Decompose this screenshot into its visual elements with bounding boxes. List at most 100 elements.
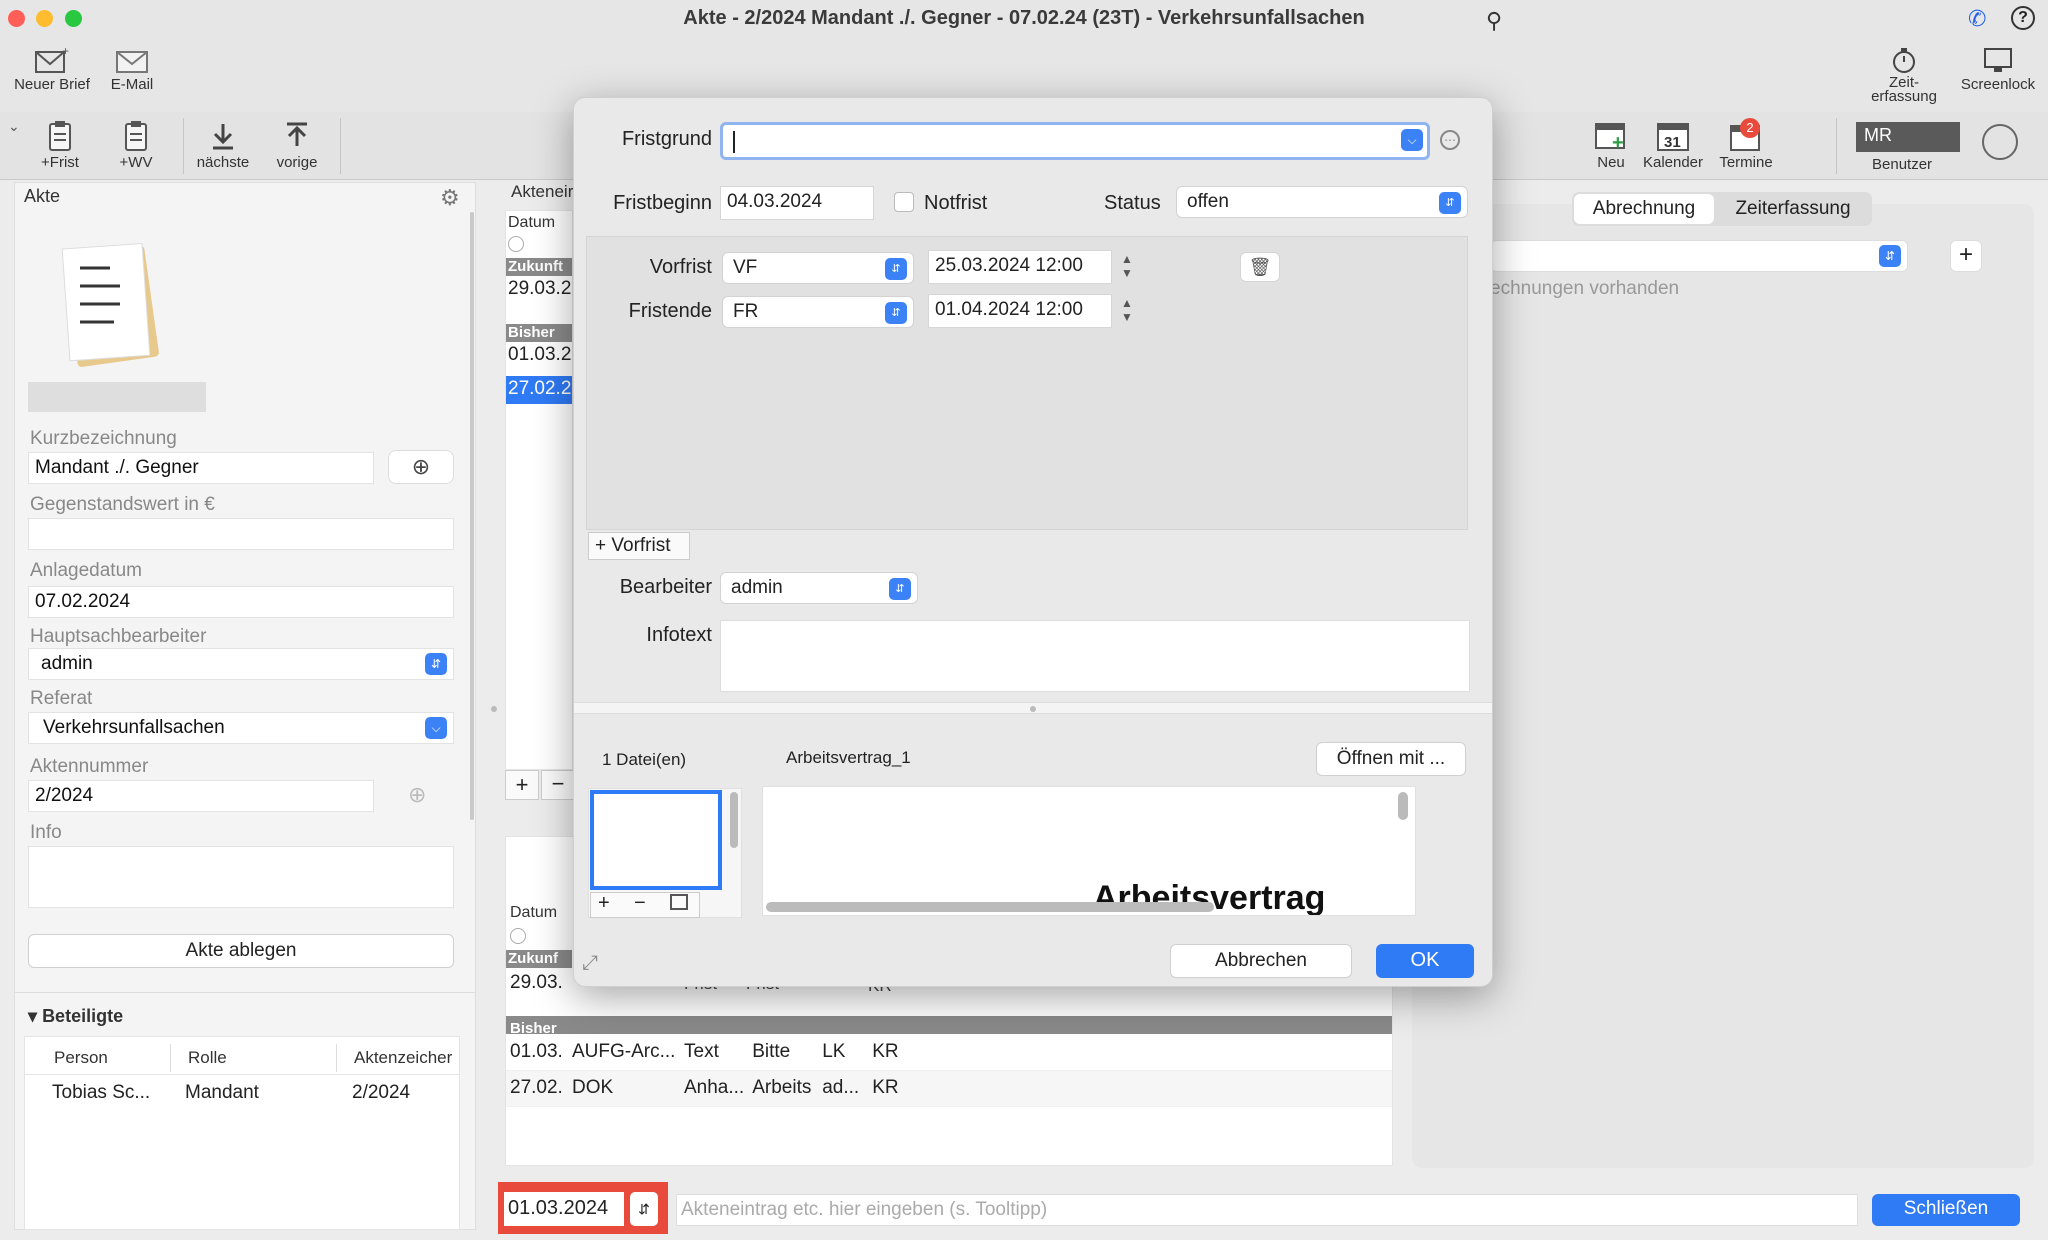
help-icon[interactable]: ? bbox=[2011, 6, 2035, 30]
remove-file-button[interactable]: − bbox=[634, 892, 646, 915]
close-button[interactable]: Schließen bbox=[1872, 1194, 2020, 1226]
file-preview[interactable]: Arbeitsvertrag bbox=[762, 786, 1416, 916]
email-button[interactable]: E-Mail bbox=[100, 46, 164, 93]
radio-icon[interactable] bbox=[510, 928, 526, 944]
table-row[interactable]: 01.03. AUFG-Arc... Text Bitte LK KR bbox=[506, 1034, 1392, 1070]
table-cell-kind[interactable]: Anha... bbox=[680, 1070, 748, 1106]
aktennummer-add-icon[interactable]: ⊕ bbox=[408, 782, 426, 808]
user-initials-field[interactable]: MR bbox=[1856, 122, 1960, 152]
expand-chevron-icon[interactable]: ⌄ bbox=[8, 118, 20, 135]
more-options-icon[interactable]: ⋯ bbox=[1440, 130, 1460, 150]
horizontal-scrollbar[interactable] bbox=[766, 902, 1214, 912]
table-cell-person[interactable]: Tobias Sc... bbox=[52, 1082, 150, 1104]
datum-column-header-2[interactable]: Datum bbox=[510, 904, 557, 922]
kurzbezeichnung-add-button[interactable]: ⊕ bbox=[388, 450, 454, 484]
hauptsachbearbeiter-select[interactable]: admin ⇵ bbox=[28, 648, 454, 680]
radio-icon[interactable] bbox=[508, 236, 524, 252]
add-entry-button[interactable]: + bbox=[505, 770, 539, 800]
trash-icon[interactable]: 🗑 bbox=[1240, 252, 1280, 282]
infotext-field[interactable] bbox=[720, 620, 1470, 692]
fristende-date-stepper[interactable]: ▲ ▼ bbox=[1118, 296, 1136, 326]
column-aktenzeichen[interactable]: Aktenzeicher bbox=[354, 1048, 452, 1068]
phone-icon[interactable]: ✆ bbox=[1968, 6, 1986, 32]
screenlock-button[interactable]: Screenlock bbox=[1952, 46, 2044, 93]
column-person[interactable]: Person bbox=[54, 1048, 108, 1068]
table-cell-date[interactable]: 01.03. bbox=[506, 1034, 568, 1070]
column-rolle[interactable]: Rolle bbox=[188, 1048, 227, 1068]
fristende-date-field[interactable]: 01.04.2024 12:00 bbox=[928, 294, 1112, 328]
fristgrund-field[interactable]: ⌵ bbox=[720, 122, 1430, 160]
add-vorfrist-button[interactable]: + Vorfrist bbox=[588, 532, 690, 560]
expand-icon[interactable]: ⤢ bbox=[582, 952, 598, 975]
split-handle[interactable] bbox=[1030, 706, 1036, 712]
fristende-type-select[interactable]: FR ⇵ bbox=[722, 296, 914, 328]
previous-button[interactable]: vorige bbox=[262, 120, 332, 171]
table-cell-date[interactable]: 29.03. bbox=[510, 972, 563, 994]
akte-ablegen-button[interactable]: Akte ablegen bbox=[28, 934, 454, 968]
vorfrist-date-stepper[interactable]: ▲ ▼ bbox=[1118, 252, 1136, 282]
neu-button[interactable]: + Neu bbox=[1586, 120, 1636, 171]
beteiligte-section-toggle[interactable]: ▾ Beteiligte bbox=[28, 1006, 123, 1027]
next-button[interactable]: nächste bbox=[188, 120, 258, 171]
entry-date-field[interactable]: 01.03.2024 bbox=[504, 1192, 624, 1226]
plus-wv-button[interactable]: +WV bbox=[104, 120, 168, 171]
entry-input[interactable]: Akteneintrag etc. hier eingeben (s. Tool… bbox=[676, 1194, 1858, 1226]
table-cell-rolle[interactable]: Mandant bbox=[185, 1082, 259, 1104]
table-cell-referat[interactable]: KR bbox=[868, 1034, 1392, 1070]
kurzbezeichnung-field[interactable]: Mandant ./. Gegner bbox=[28, 452, 374, 484]
split-handle[interactable] bbox=[491, 706, 497, 712]
gear-icon[interactable]: ⚙ bbox=[440, 185, 460, 211]
table-cell-aktenzeichen[interactable]: 2/2024 bbox=[352, 1082, 410, 1104]
table-cell-user[interactable]: LK bbox=[818, 1034, 868, 1070]
status-select[interactable]: offen ⇵ bbox=[1176, 186, 1468, 218]
list-item-selected[interactable]: 27.02.2 bbox=[506, 376, 572, 404]
gegenstandswert-field[interactable] bbox=[28, 518, 454, 550]
abrechnung-select[interactable]: ⇵ bbox=[1490, 240, 1908, 272]
add-file-button[interactable]: + bbox=[598, 892, 610, 915]
vorfrist-date-field[interactable]: 25.03.2024 12:00 bbox=[928, 250, 1112, 284]
table-cell-user[interactable]: ad... bbox=[818, 1070, 868, 1106]
window-icon[interactable] bbox=[670, 894, 688, 910]
ok-button[interactable]: OK bbox=[1376, 944, 1474, 978]
remove-entry-button[interactable]: − bbox=[541, 770, 575, 800]
table-cell-subject[interactable]: Arbeits bbox=[748, 1070, 818, 1106]
anlagedatum-field[interactable]: 07.02.2024 bbox=[28, 586, 454, 618]
table-cell-type[interactable]: AUFG-Arc... bbox=[568, 1034, 680, 1070]
tab-zeiterfassung[interactable]: Zeiterfassung bbox=[1716, 194, 1870, 224]
table-row[interactable]: 27.02. DOK Anha... Arbeits ad... KR bbox=[506, 1070, 1392, 1106]
datum-column-header[interactable]: Datum bbox=[508, 214, 555, 232]
column-divider bbox=[170, 1044, 171, 1072]
notfrist-checkbox[interactable] bbox=[894, 192, 914, 212]
list-item-date[interactable]: 01.03.2 bbox=[508, 344, 571, 366]
date-stepper[interactable]: ⇵ bbox=[630, 1192, 658, 1226]
globe-icon[interactable] bbox=[1982, 124, 2018, 160]
add-abrechnung-button[interactable]: + bbox=[1950, 240, 1982, 272]
table-cell-subject[interactable]: Bitte bbox=[748, 1034, 818, 1070]
tab-abrechnung[interactable]: Abrechnung bbox=[1574, 194, 1714, 224]
new-letter-button[interactable]: + Neuer Brief bbox=[8, 46, 96, 93]
bearbeiter-select[interactable]: admin ⇵ bbox=[720, 572, 918, 604]
table-cell-date[interactable]: 27.02. bbox=[506, 1070, 568, 1106]
aktennummer-field[interactable]: 2/2024 bbox=[28, 780, 374, 812]
vorfrist-type-select[interactable]: VF ⇵ bbox=[722, 252, 914, 284]
table-cell-type[interactable]: DOK bbox=[568, 1070, 680, 1106]
open-with-button[interactable]: Öffnen mit ... bbox=[1316, 742, 1466, 776]
search-icon[interactable]: ⚲ bbox=[1486, 8, 1502, 34]
fristbeginn-field[interactable]: 04.03.2024 bbox=[720, 186, 874, 220]
kalender-button[interactable]: 31 Kalender bbox=[1638, 120, 1708, 171]
scrollbar[interactable] bbox=[1398, 792, 1408, 820]
scrollbar[interactable] bbox=[470, 212, 474, 820]
scrollbar[interactable] bbox=[730, 792, 738, 848]
zeiterfassung-button[interactable]: Zeit- erfassung bbox=[1856, 46, 1952, 104]
file-thumbnail-selected[interactable] bbox=[590, 790, 722, 890]
info-field[interactable] bbox=[28, 846, 454, 908]
file-thumbnail[interactable] bbox=[28, 222, 206, 412]
table-cell-kind[interactable]: Text bbox=[680, 1034, 748, 1070]
chevron-down-icon[interactable]: ⌵ bbox=[1401, 129, 1423, 151]
table-cell-referat[interactable]: KR bbox=[868, 1070, 1392, 1106]
cancel-button[interactable]: Abbrechen bbox=[1170, 944, 1352, 978]
monitor-icon bbox=[1984, 48, 2012, 72]
referat-select[interactable]: Verkehrsunfallsachen ⌵ bbox=[28, 712, 454, 744]
list-item-date[interactable]: 29.03.2 bbox=[508, 278, 571, 300]
plus-frist-button[interactable]: +Frist bbox=[28, 120, 92, 171]
